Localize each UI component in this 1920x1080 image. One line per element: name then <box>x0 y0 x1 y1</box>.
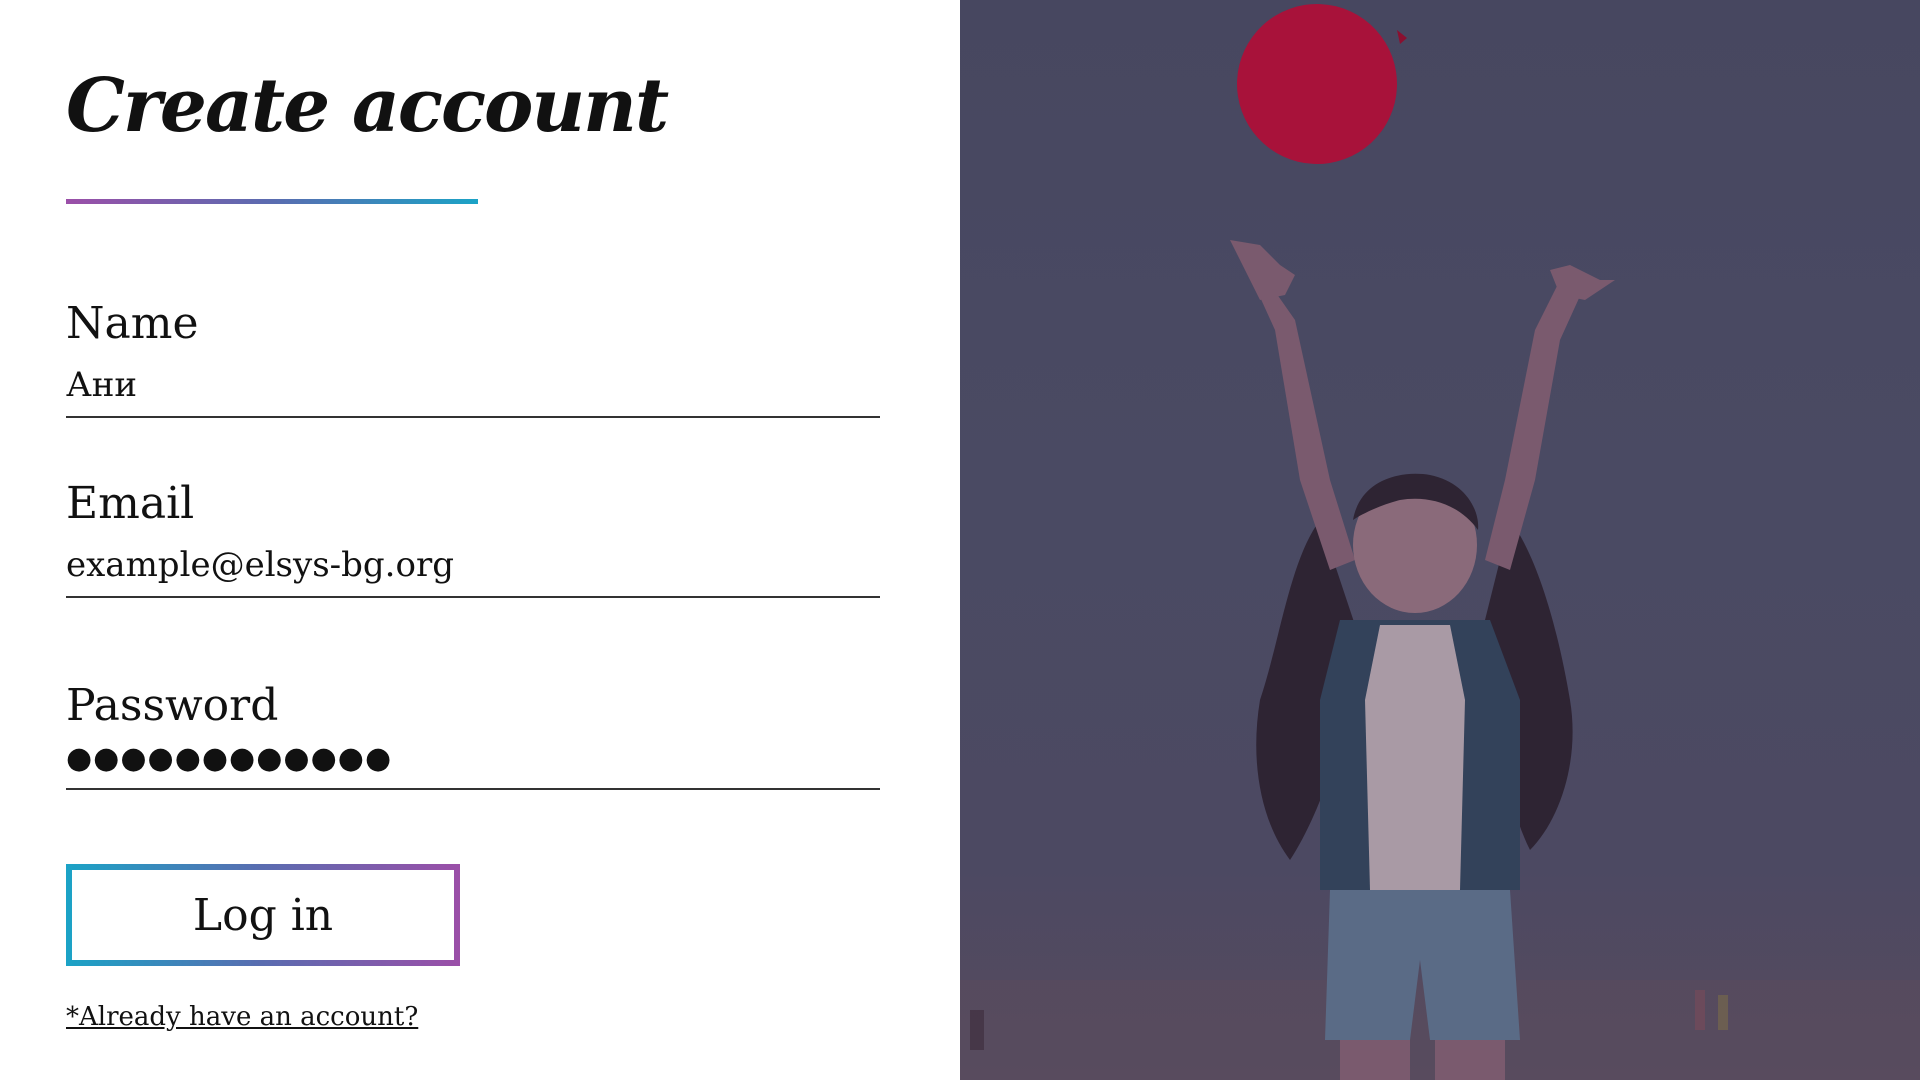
email-input[interactable]: example@elsys-bg.org <box>66 548 880 598</box>
email-label: Email <box>66 478 195 529</box>
girl-with-balloon-photo <box>960 4 1920 1080</box>
left-arm <box>1250 270 1355 570</box>
hero-photo <box>960 0 1920 1080</box>
login-button[interactable]: Log in <box>66 864 460 966</box>
email-field: Email example@elsys-bg.org <box>66 482 880 598</box>
page-title: Create account <box>66 63 669 149</box>
name-label: Name <box>66 298 199 349</box>
name-input[interactable]: Ани <box>66 368 880 418</box>
already-have-account-link[interactable]: *Already have an account? <box>66 1002 418 1032</box>
login-button-label: Log in <box>72 870 454 960</box>
password-input[interactable]: ●●●●●●●●●●●● <box>66 744 880 790</box>
password-field: Password ●●●●●●●●●●●● <box>66 684 880 790</box>
password-label: Password <box>66 680 279 731</box>
signup-page: Create account Name Ани Email example@el… <box>0 0 1920 1080</box>
right-arm <box>1485 280 1585 570</box>
title-underline <box>66 199 478 204</box>
name-field: Name Ани <box>66 302 880 418</box>
signup-form-panel: Create account Name Ани Email example@el… <box>0 0 960 1080</box>
shirt <box>1365 625 1465 890</box>
balloon <box>1237 4 1397 164</box>
